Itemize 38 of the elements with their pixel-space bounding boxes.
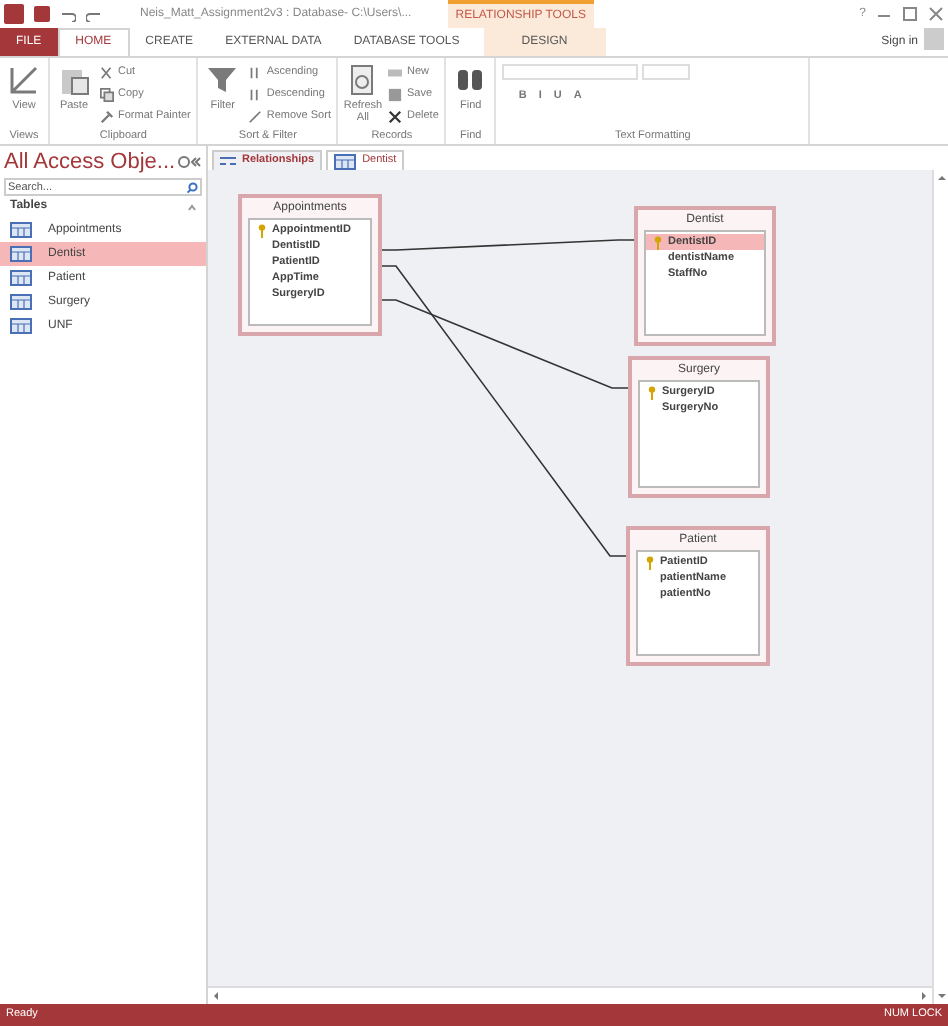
search-icon [186, 181, 198, 193]
table-icon [10, 270, 32, 286]
redo-icon[interactable] [86, 7, 102, 21]
key-icon [654, 235, 662, 249]
copy-icon [100, 88, 114, 102]
collapse-icon[interactable] [190, 156, 202, 168]
font-size-field[interactable] [642, 64, 691, 80]
close-icon[interactable] [928, 6, 944, 22]
collapse-icon[interactable] [188, 203, 196, 211]
horizontal-scrollbar[interactable] [208, 986, 932, 1004]
key-icon [646, 555, 654, 569]
key-icon [258, 223, 266, 237]
table-icon [10, 246, 32, 262]
navigation-pane-title: All Access Obje... [4, 147, 178, 178]
user-avatar-icon [924, 28, 944, 50]
refresh-icon [346, 64, 379, 96]
scroll-down-icon[interactable] [937, 992, 945, 1000]
undo-icon[interactable] [60, 7, 76, 21]
view-icon [8, 64, 40, 96]
brush-icon [100, 110, 114, 124]
scroll-up-icon[interactable] [937, 174, 945, 182]
scissors-icon [100, 66, 114, 80]
key-icon [648, 385, 656, 399]
table-icon [10, 318, 32, 334]
binoculars-icon [454, 64, 487, 96]
table-icon [334, 153, 357, 169]
scroll-left-icon[interactable] [212, 992, 220, 1000]
maximize-icon[interactable] [902, 6, 918, 22]
delete-icon [388, 110, 403, 124]
table-icon [10, 294, 32, 310]
scroll-right-icon[interactable] [920, 992, 928, 1000]
font-name-field[interactable] [502, 64, 639, 80]
relationships-icon [220, 155, 236, 167]
table-icon [10, 222, 32, 238]
access-logo-icon [4, 4, 24, 24]
vertical-scrollbar[interactable] [932, 170, 948, 1004]
clipboard-icon [58, 64, 90, 96]
filter-icon [206, 64, 239, 96]
